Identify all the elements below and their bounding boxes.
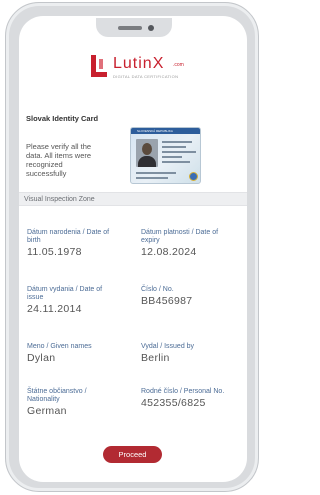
portrait-photo [136,139,158,167]
field-label: Dátum narodenia / Date of birth [27,229,110,244]
field-label: Rodné číslo / Personal No. [141,388,225,395]
field-value: 12.08.2024 [141,246,197,258]
verification-message: Please verify all the data. All items we… [26,142,92,178]
speaker-grille [118,26,142,30]
field-personal-number: Rodné číslo / Personal No. 452355/6825 [141,388,233,409]
field-document-number: Číslo / No. BB456987 [141,286,233,307]
zone-label: Visual Inspection Zone [24,196,95,203]
field-value: German [27,405,67,417]
phone-screen: LutinX .com DIGITAL DATA CERTIFICATION S… [19,16,247,482]
field-nationality: Štátne občianstvo / Nationality German [27,388,119,417]
brand-name: LutinX [113,55,165,72]
field-date-of-birth: Dátum narodenia / Date of birth 11.05.19… [27,229,119,258]
field-value: BB456987 [141,295,193,307]
field-value: 452355/6825 [141,397,206,409]
field-date-of-expiry: Dátum platnosti / Date of expiry 12.08.2… [141,229,233,258]
field-value: 11.05.1978 [27,246,82,258]
zone-header: Visual Inspection Zone [19,192,247,206]
id-card-header-text: SLOVENSKÁ REPUBLIKA [137,129,173,133]
field-given-names: Meno / Given names Dylan [27,343,119,364]
brand-logo: LutinX .com DIGITAL DATA CERTIFICATION [87,53,207,85]
brand-tagline: DIGITAL DATA CERTIFICATION [113,74,179,79]
proceed-button[interactable]: Proceed [103,446,162,463]
brand-suffix: .com [173,62,184,68]
document-title: Slovak Identity Card [26,114,99,123]
field-value: Berlin [141,352,170,364]
id-card-image[interactable]: SLOVENSKÁ REPUBLIKA [130,127,201,184]
field-label: Číslo / No. [141,286,174,293]
field-issued-by: Vydal / Issued by Berlin [141,343,233,364]
field-value: 24.11.2014 [27,303,82,315]
field-label: Vydal / Issued by [141,343,195,350]
front-camera [148,25,154,31]
field-label: Meno / Given names [27,343,92,350]
lutinx-logo-icon [89,55,109,79]
id-card-header-band: SLOVENSKÁ REPUBLIKA [131,128,200,134]
field-label: Štátne občianstvo / Nationality [27,388,87,403]
field-label: Dátum platnosti / Date of expiry [141,229,219,244]
field-label: Dátum vydania / Date of issue [27,286,103,301]
phone-frame: LutinX .com DIGITAL DATA CERTIFICATION S… [5,2,259,492]
field-date-of-issue: Dátum vydania / Date of issue 24.11.2014 [27,286,119,315]
hologram-seal-icon [189,172,198,181]
field-value: Dylan [27,352,56,364]
phone-notch [96,18,172,37]
